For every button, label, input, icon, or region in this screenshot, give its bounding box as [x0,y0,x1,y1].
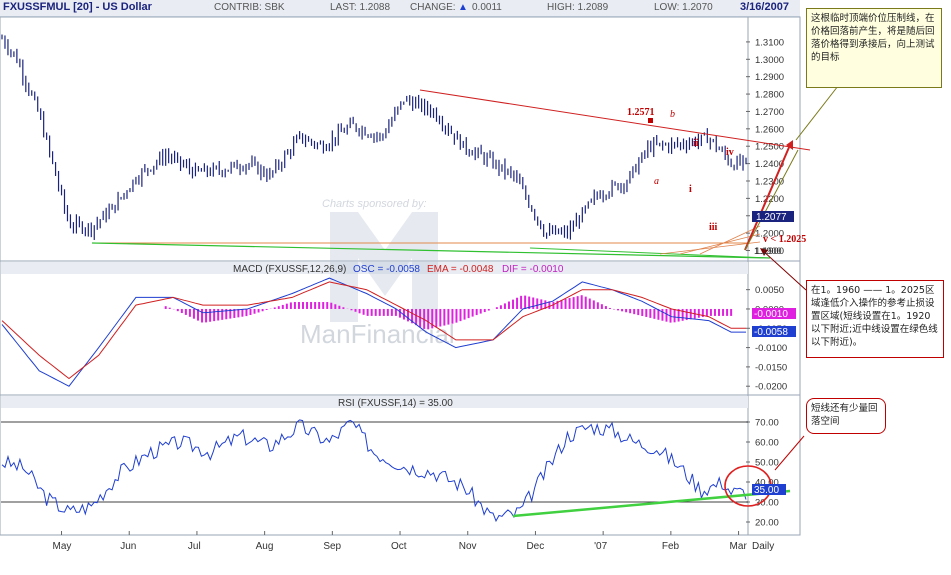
y-tick-label: 70.00 [755,418,779,429]
low-label: LOW: 1.2070 [654,2,713,13]
x-tick-label: Jul [188,541,201,552]
price-panel [0,16,801,262]
macd-osc: OSC = -0.0058 [353,264,420,275]
last-label: LAST: 1.2088 [330,2,391,13]
y-tick-label: 1.2900 [755,72,784,83]
y-tick-label: 1.3000 [755,55,784,66]
wave-v-label: v < 1.2025 [763,234,806,245]
y-tick-label: -0.0150 [755,362,787,373]
macd-ema: EMA = -0.0048 [427,264,494,275]
change-label: CHANGE: [410,2,456,13]
wave-i-label: i [689,184,692,195]
y-tick-label: 1.2800 [755,90,784,101]
price-last-value: 1.2077 [756,212,787,223]
x-tick-label: Dec [526,541,544,552]
wave-ii-label: ii [693,138,699,149]
y-tick-label: 1.2600 [755,124,784,135]
y-tick-label: 60.00 [755,438,779,449]
contrib-label: CONTRIB: SBK [214,2,285,13]
wave-iii-label: iii [709,222,718,233]
high-label: HIGH: 1.2089 [547,2,609,13]
x-tick-label: Feb [662,541,680,552]
macd-dif: DIF = -0.0010 [502,264,564,275]
chart-header: FXUSSFMUL [20] - US Dollar CONTRIB: SBK … [0,0,800,17]
change-up-icon: ▲ [458,2,468,13]
watermark-sponsor: Charts sponsored by: [322,198,427,210]
date-label: 3/16/2007 [740,1,789,13]
macd-osc-value: -0.0058 [754,327,788,338]
rsi-panel [0,394,801,536]
callout-stop-loss-note: 在1。1960 —— 1。2025区域逢低介入操作的参考止损设置区域(短线设置在… [806,280,944,358]
y-tick-label: 1.2700 [755,107,784,118]
wave-iv-label: iv [726,147,734,158]
y-tick-label: -0.0100 [755,343,787,354]
rsi-title: RSI (FXUSSF,14) = 35.00 [338,398,453,409]
y-tick-label: 1.3100 [755,37,784,48]
peak-marker [648,118,653,123]
x-tick-label: Mar [730,541,748,552]
top-callout-pointer [795,85,839,141]
x-tick-label: '07 [594,541,607,552]
symbol-title: FXUSSFMUL [20] - US Dollar [3,1,152,13]
y-tick-label: 1.2300 [755,176,784,187]
x-tick-label: Jun [120,541,136,552]
x-tick-label: Sep [323,541,341,552]
y-tick-label: 50.00 [755,458,779,469]
wave-a-label: a [654,176,659,187]
x-tick-label: Aug [256,541,274,552]
callout-resistance-note: 这根临时顶端价位压制线，在价格回落前产生，将是随后回落价格得到承接后，向上测试的… [806,8,942,88]
wave-b-label: b [670,109,675,120]
rsi-last-value: 35.00 [754,485,779,496]
y-tick-label: 0.0050 [755,285,784,296]
x-tick-label: Oct [391,541,407,552]
macd-dif-value: -0.0010 [754,309,788,320]
peak-label: 1.2571 [627,107,655,118]
x-tick-label: May [53,541,72,552]
x-tick-label: Nov [459,541,477,552]
y-tick-label: 20.00 [755,518,779,529]
x-tick-label: Daily [752,541,774,552]
change-value: 0.0011 [472,2,502,13]
support-value-label: 1.1900 [754,246,782,256]
macd-title: MACD (FXUSSF,12,26,9) [233,264,346,275]
y-tick-label: -0.0200 [755,382,787,393]
callout-rsi-note: 短线还有少量回落空间 [806,398,886,434]
